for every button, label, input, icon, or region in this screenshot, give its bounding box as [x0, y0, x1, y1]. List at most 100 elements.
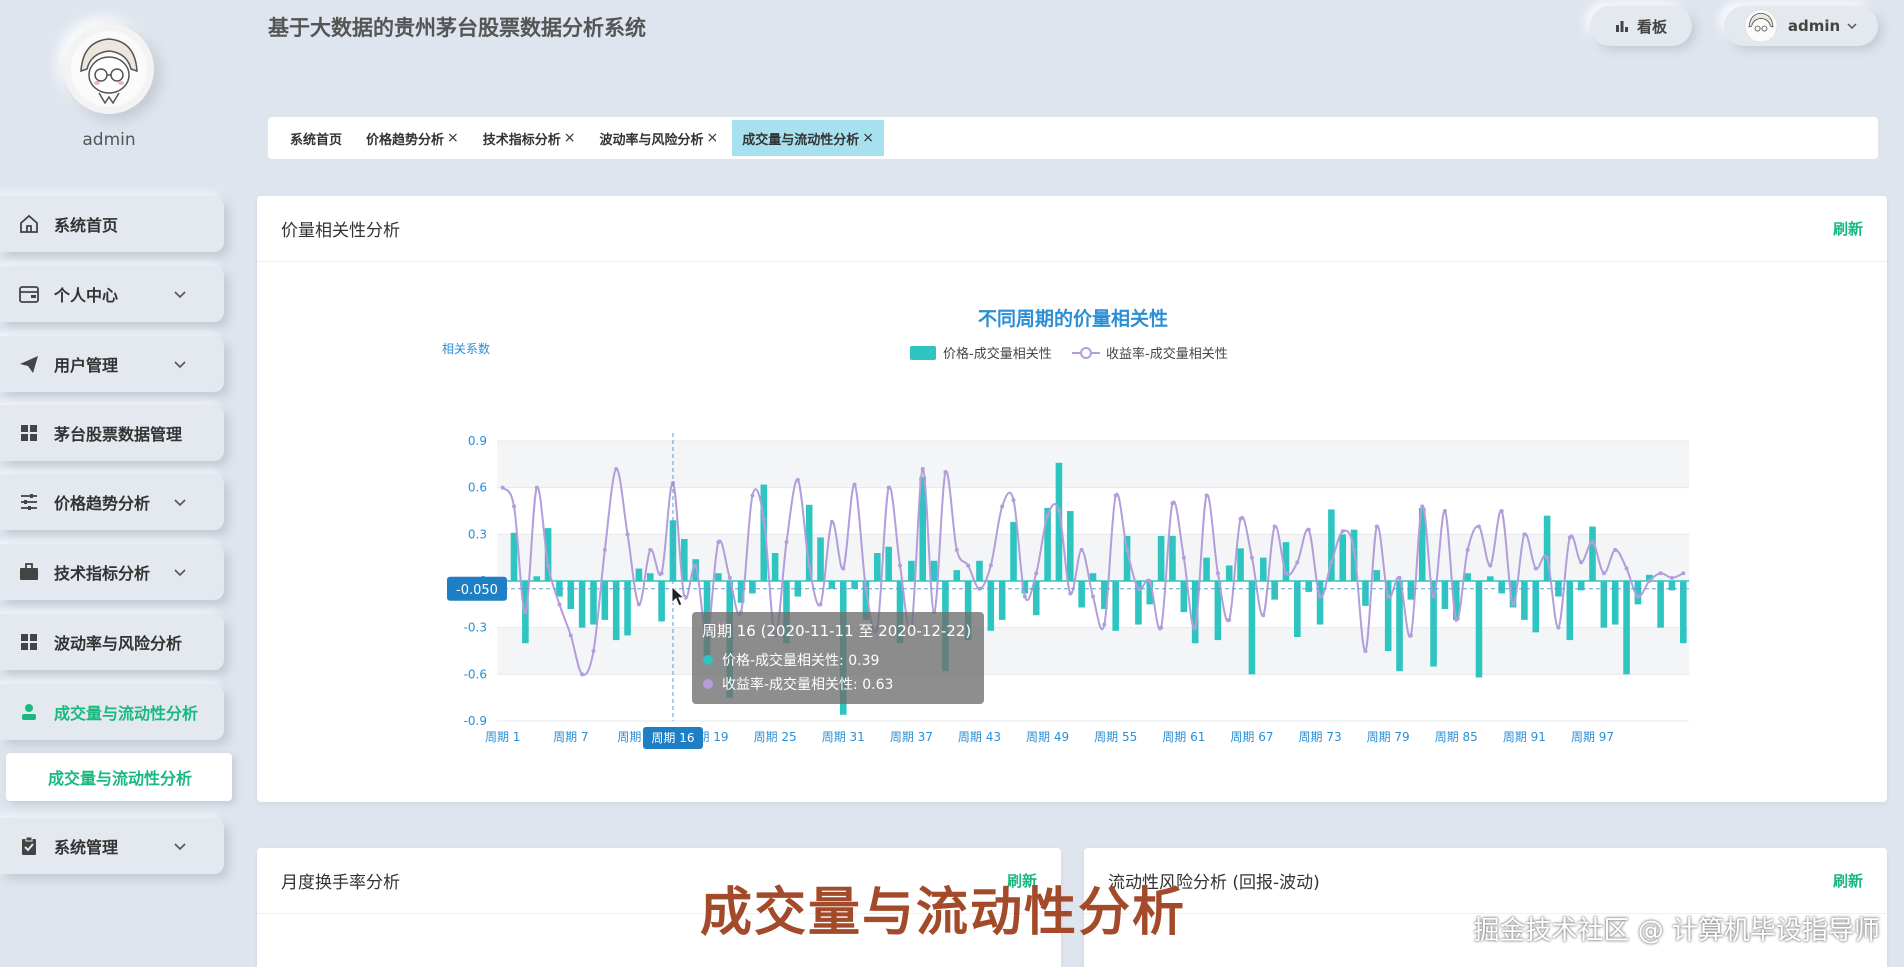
bar-price-volume[interactable]: [976, 560, 983, 581]
tab-4[interactable]: 波动率与风险分析 ×: [590, 120, 729, 156]
bar-price-volume[interactable]: [578, 581, 586, 628]
bar-price-volume[interactable]: [1384, 581, 1392, 651]
bar-price-volume[interactable]: [1373, 570, 1381, 581]
bar-price-volume[interactable]: [828, 581, 836, 589]
bar-price-volume[interactable]: [1521, 581, 1528, 620]
tab-close-icon[interactable]: ×: [447, 130, 459, 146]
bar-price-volume[interactable]: [567, 581, 575, 609]
bar-price-volume[interactable]: [1078, 581, 1085, 608]
bar-price-volume[interactable]: [1305, 581, 1312, 592]
bar-price-volume[interactable]: [1294, 581, 1301, 637]
bar-price-volume[interactable]: [1498, 581, 1505, 594]
bar-price-volume[interactable]: [1067, 511, 1074, 581]
bar-price-volume[interactable]: [771, 553, 779, 581]
bar-price-volume[interactable]: [1169, 535, 1176, 581]
bar-price-volume[interactable]: [1600, 581, 1608, 628]
bar-price-volume[interactable]: [1237, 548, 1244, 581]
tooltip-title: 周期 16 (2020-11-11 至 2020-12-22): [702, 622, 971, 640]
tab-close-icon[interactable]: ×: [862, 130, 874, 146]
bar-price-volume[interactable]: [601, 581, 609, 620]
bar-price-volume[interactable]: [874, 553, 881, 581]
bar-price-volume[interactable]: [930, 560, 938, 581]
clipboard-icon: [18, 835, 40, 857]
bar-price-volume[interactable]: [1441, 581, 1449, 609]
y-tick-label: -0.6: [464, 667, 487, 681]
bar-price-volume[interactable]: [510, 532, 518, 581]
bar-price-volume[interactable]: [635, 568, 643, 581]
legend-bar-swatch[interactable]: [910, 346, 936, 360]
bar-price-volume[interactable]: [1180, 581, 1188, 613]
bar-price-volume[interactable]: [1589, 526, 1596, 581]
bar-price-volume[interactable]: [612, 581, 620, 641]
bar-price-volume[interactable]: [1089, 573, 1097, 581]
avatar[interactable]: [64, 24, 154, 114]
bar-price-volume[interactable]: [1407, 581, 1415, 600]
sidebar-subitem-volume-liquidity[interactable]: 成交量与流动性分析: [6, 753, 232, 801]
bar-price-volume[interactable]: [646, 573, 654, 581]
line-point: [1545, 555, 1550, 560]
tab-2[interactable]: 价格趋势分析 ×: [356, 120, 469, 156]
bar-price-volume[interactable]: [715, 573, 722, 581]
line-point: [1669, 575, 1674, 580]
sidebar-item-7[interactable]: 波动率与风险分析: [0, 614, 224, 670]
bar-price-volume[interactable]: [1225, 565, 1233, 581]
bar-price-volume[interactable]: [1657, 581, 1664, 628]
bar-price-volume[interactable]: [1271, 581, 1278, 600]
tab-3[interactable]: 技术指标分析 ×: [473, 120, 586, 156]
bar-price-volume[interactable]: [1362, 581, 1369, 606]
line-point: [988, 563, 993, 568]
refresh-button[interactable]: 刷新: [1833, 870, 1863, 891]
line-point: [1204, 493, 1209, 498]
refresh-button[interactable]: 刷新: [1833, 218, 1863, 239]
sidebar-item-5[interactable]: 价格趋势分析: [0, 474, 224, 530]
line-point: [557, 602, 562, 607]
sidebar-item-2[interactable]: 个人中心: [0, 266, 224, 322]
tab-1[interactable]: 系统首页: [280, 120, 352, 156]
bar-price-volume[interactable]: [1566, 581, 1574, 641]
avatar-icon: [71, 31, 147, 107]
sidebar-item-1[interactable]: 系统首页: [0, 196, 224, 252]
board-button[interactable]: 看板: [1590, 6, 1692, 46]
x-tick-label: 周期 79: [1367, 730, 1410, 744]
x-tick-label: 周期 73: [1299, 730, 1342, 744]
bar-price-volume[interactable]: [1203, 557, 1210, 581]
tab-close-icon[interactable]: ×: [707, 130, 719, 146]
bar-price-volume[interactable]: [851, 581, 858, 589]
sidebar-item-3[interactable]: 用户管理: [0, 336, 224, 392]
bar-price-volume[interactable]: [1611, 581, 1619, 625]
bar-price-volume[interactable]: [669, 520, 677, 581]
bar-price-volume[interactable]: [1248, 581, 1256, 675]
bar-price-volume[interactable]: [749, 581, 756, 594]
sidebar-item-9[interactable]: 系统管理: [0, 818, 224, 874]
bar-price-volume[interactable]: [1475, 581, 1483, 678]
correlation-chart[interactable]: 不同周期的价量相关性 相关系数 价格-成交量相关性 收益率-成交量相关性 0.9…: [257, 262, 1887, 802]
bar-price-volume[interactable]: [1623, 581, 1630, 675]
user-dropdown[interactable]: admin: [1724, 6, 1878, 46]
line-point: [1556, 625, 1561, 630]
bar-price-volume[interactable]: [1259, 557, 1267, 581]
bar-price-volume[interactable]: [908, 560, 915, 581]
bar-price-volume[interactable]: [885, 546, 892, 581]
line-point: [750, 493, 755, 498]
bar-price-volume[interactable]: [1157, 535, 1165, 581]
bar-price-volume[interactable]: [1339, 534, 1347, 581]
user-icon: [18, 701, 40, 723]
sidebar-item-4[interactable]: 茅台股票数据管理: [0, 405, 224, 461]
bar-price-volume[interactable]: [1680, 581, 1687, 644]
legend-label-return-volume: 收益率-成交量相关性: [1106, 346, 1228, 362]
line-point: [625, 532, 630, 537]
bar-price-volume[interactable]: [953, 570, 961, 581]
sidebar-item-8[interactable]: 成交量与流动性分析: [0, 684, 224, 740]
sidebar-item-6[interactable]: 技术指标分析: [0, 544, 224, 600]
tab-5[interactable]: 成交量与流动性分析 ×: [732, 120, 885, 156]
chevron-down-icon: [172, 494, 188, 514]
tab-close-icon[interactable]: ×: [564, 130, 576, 146]
bar-price-volume[interactable]: [1010, 521, 1017, 581]
bar-price-volume[interactable]: [1464, 573, 1471, 581]
bar-price-volume[interactable]: [1430, 581, 1437, 667]
bar-price-volume[interactable]: [590, 581, 597, 625]
line-point: [920, 467, 925, 471]
bar-price-volume[interactable]: [817, 537, 824, 581]
bar-price-volume[interactable]: [658, 581, 665, 622]
bar-price-volume[interactable]: [998, 581, 1006, 620]
